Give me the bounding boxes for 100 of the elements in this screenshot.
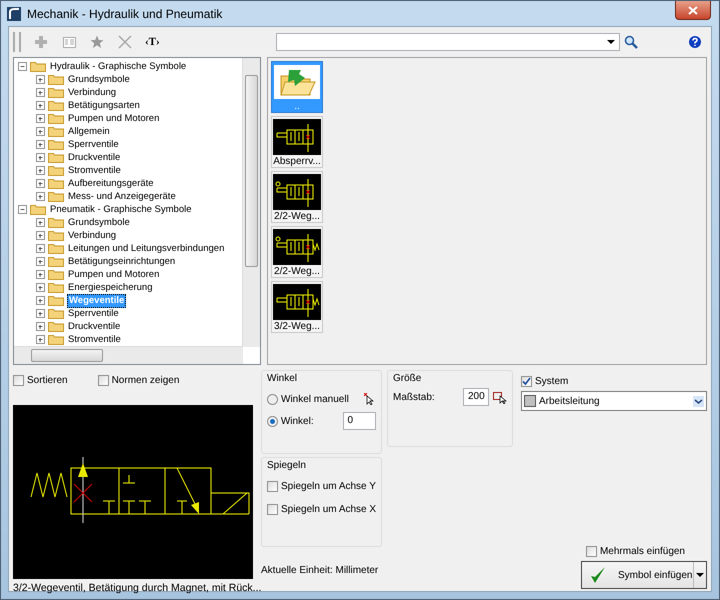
expand-icon[interactable] — [36, 231, 45, 240]
collapse-icon[interactable] — [18, 62, 27, 71]
radio-label: Winkel manuell — [281, 394, 350, 404]
folder-icon — [48, 178, 64, 189]
tile-label: 3/2-Weg... — [274, 321, 320, 332]
tree-item[interactable]: Druckventile — [67, 152, 122, 164]
expand-icon[interactable] — [36, 218, 45, 227]
folder-icon — [48, 295, 64, 306]
checkbox[interactable] — [98, 374, 109, 386]
search-icon[interactable] — [624, 35, 638, 49]
tree-item[interactable]: Druckventile — [67, 320, 122, 332]
radio-button[interactable] — [267, 394, 278, 404]
group-title: Winkel — [267, 373, 298, 384]
expand-icon[interactable] — [36, 153, 45, 162]
toolbar-grip[interactable] — [13, 32, 21, 52]
folder-icon — [48, 152, 64, 163]
help-icon[interactable] — [689, 36, 701, 48]
tree-item[interactable]: Allgemein — [67, 126, 111, 138]
window-title: Mechanik - Hydraulik und Pneumatik — [27, 6, 222, 20]
expand-icon[interactable] — [36, 101, 45, 110]
expand-icon[interactable] — [36, 309, 45, 318]
expand-icon[interactable] — [36, 88, 45, 97]
tree-item[interactable]: Verbindung — [67, 86, 118, 98]
symbol-tile[interactable]: 2/2-Weg... — [271, 171, 323, 223]
tree-item[interactable]: Pneumatik - Graphische Symbole — [49, 204, 193, 216]
tree-item[interactable]: Stromventile — [67, 164, 122, 176]
expand-icon[interactable] — [36, 192, 45, 201]
tree-item[interactable]: Pumpen und Motoren — [67, 268, 160, 280]
horizontal-scrollbar[interactable] — [14, 346, 243, 364]
tree-item[interactable]: Betätigungseinrichtungen — [67, 256, 176, 268]
tree-item[interactable]: Pumpen und Motoren — [67, 112, 160, 124]
expand-icon[interactable] — [36, 283, 45, 292]
checkbox[interactable] — [13, 374, 24, 386]
app-icon — [7, 6, 21, 20]
symbol-tile[interactable]: 2/2-Weg... — [271, 226, 323, 278]
plus-icon — [35, 36, 47, 48]
tree-item[interactable]: Hydraulik - Graphische Symbole — [49, 60, 188, 72]
tree-item[interactable]: Grundsymbole — [67, 216, 131, 228]
folder-icon — [48, 256, 64, 267]
folder-icon — [48, 100, 64, 111]
tree-item[interactable]: Stromventile — [67, 334, 122, 346]
expand-icon[interactable] — [36, 166, 45, 175]
expand-icon[interactable] — [36, 140, 45, 149]
dropdown-arrow-icon[interactable] — [696, 572, 704, 578]
tree-item[interactable]: Mess- und Anzeigegeräte — [67, 190, 177, 202]
tree-item[interactable]: Sperrventile — [67, 138, 120, 150]
expand-icon[interactable] — [36, 335, 45, 344]
checkbox-label: Mehrmals einfügen — [600, 546, 685, 557]
expand-icon[interactable] — [36, 244, 45, 253]
folder-icon — [48, 165, 64, 176]
pick-scale-icon[interactable] — [493, 390, 507, 404]
tree-item[interactable]: Sperrventile — [67, 308, 120, 320]
tree-item[interactable]: Energiespeicherung — [67, 282, 154, 294]
checkbox[interactable] — [521, 376, 532, 387]
close-button[interactable] — [675, 1, 711, 20]
expand-icon[interactable] — [36, 179, 45, 188]
tree-item[interactable]: Grundsymbole — [67, 74, 131, 86]
expand-icon[interactable] — [36, 296, 45, 305]
folder-icon — [48, 230, 64, 241]
expand-icon[interactable] — [36, 114, 45, 123]
tree-item[interactable]: Verbindung — [67, 230, 118, 242]
insert-symbol-button[interactable]: Symbol einfügen — [581, 561, 707, 589]
expand-icon[interactable] — [36, 270, 45, 279]
tree-item[interactable]: Betätigungsarten — [67, 100, 141, 112]
pick-cursor-icon[interactable] — [364, 393, 374, 405]
symbol-tile[interactable]: Absperrv... — [271, 116, 323, 168]
radio-button[interactable] — [267, 416, 278, 426]
collapse-icon[interactable] — [18, 205, 27, 214]
list-card-icon — [62, 36, 76, 48]
symbol-tile[interactable]: 3/2-Weg... — [271, 281, 323, 333]
line-type-dropdown[interactable]: Arbeitsleitung — [521, 391, 707, 411]
tree-item[interactable]: Aufbereitungsgeräte — [67, 178, 155, 190]
checkbox[interactable] — [267, 504, 278, 515]
folder-icon — [48, 113, 64, 124]
checkbox[interactable] — [586, 546, 597, 557]
expand-icon[interactable] — [36, 322, 45, 331]
expand-icon[interactable] — [36, 75, 45, 84]
folder-icon — [30, 61, 46, 72]
folder-icon — [48, 74, 64, 85]
folder-icon — [48, 282, 64, 293]
checkbox-label: System — [535, 376, 568, 387]
tile-label: .. — [294, 101, 300, 112]
folder-icon — [48, 191, 64, 202]
valve-symbol-drawing — [273, 119, 321, 155]
scale-field[interactable]: 200 — [463, 388, 489, 406]
checkmark-icon — [590, 566, 606, 584]
expand-icon[interactable] — [36, 257, 45, 266]
search-field[interactable] — [276, 33, 620, 51]
dropdown-value: Arbeitsleitung — [539, 396, 600, 406]
vertical-scrollbar[interactable] — [242, 58, 260, 347]
checkbox-label: Spiegeln um Achse X — [281, 504, 376, 515]
text-tool-button[interactable]: ‹T› — [143, 34, 162, 50]
expand-icon[interactable] — [36, 127, 45, 136]
checkbox[interactable] — [267, 481, 278, 492]
tile-label: 2/2-Weg... — [274, 266, 320, 277]
group-title: Spiegeln — [267, 460, 306, 471]
folder-icon — [48, 217, 64, 228]
close-icon — [118, 35, 132, 49]
tree-item[interactable]: Leitungen und Leitungsverbindungen — [67, 242, 226, 254]
angle-field[interactable]: 0 — [342, 412, 376, 430]
